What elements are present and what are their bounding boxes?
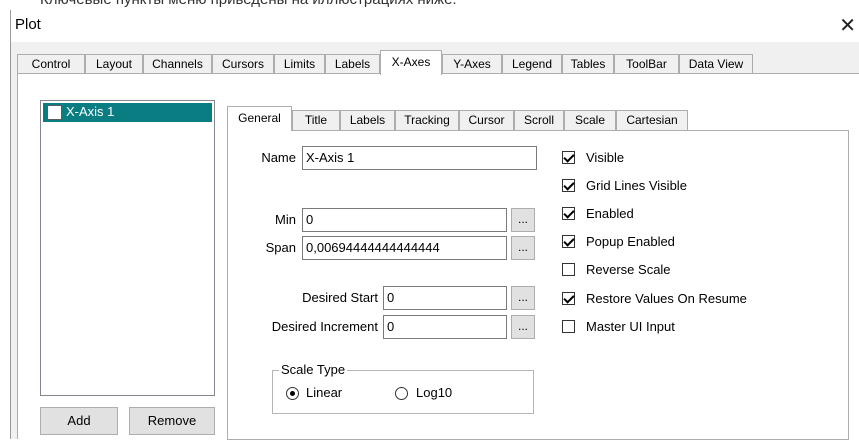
min-label: Min: [275, 212, 296, 227]
tab-legend[interactable]: Legend: [502, 54, 562, 74]
axis-item-checkbox[interactable]: [47, 105, 62, 120]
title-bar: Plot ✕: [11, 10, 859, 42]
tab-tables[interactable]: Tables: [562, 54, 614, 74]
tab-x-axes[interactable]: X-Axes: [380, 50, 442, 75]
restore-values-checkbox-label: Restore Values On Resume: [586, 291, 747, 306]
plot-dialog: Plot ✕ Control Layout Channels Cursors L…: [10, 10, 859, 440]
subtab-title[interactable]: Title: [292, 110, 340, 130]
span-browse-button[interactable]: ...: [511, 236, 535, 260]
close-icon[interactable]: ✕: [839, 13, 856, 38]
general-page: Name X-Axis 1 Min 0 ... Span 0,006944444…: [227, 130, 849, 440]
tab-channels[interactable]: Channels: [143, 54, 212, 74]
tab-limits[interactable]: Limits: [274, 54, 325, 74]
min-browse-button[interactable]: ...: [511, 208, 535, 232]
subtab-labels[interactable]: Labels: [340, 110, 395, 130]
subtab-cursor[interactable]: Cursor: [459, 110, 514, 130]
desired-start-field[interactable]: 0: [383, 286, 507, 310]
name-field[interactable]: X-Axis 1: [302, 146, 537, 170]
tab-cursors[interactable]: Cursors: [212, 54, 274, 74]
add-button[interactable]: Add: [40, 407, 118, 435]
restore-values-checkbox-box[interactable]: [562, 292, 575, 305]
scale-type-title: Scale Type: [279, 362, 348, 377]
axis-list-item-selected[interactable]: X-Axis 1: [43, 103, 212, 122]
grid-lines-visible-checkbox-label: Grid Lines Visible: [586, 178, 687, 193]
subtab-tracking[interactable]: Tracking: [395, 110, 459, 130]
span-field[interactable]: 0,00694444444444444: [302, 236, 507, 260]
linear-radio-label: Linear: [306, 385, 343, 400]
log10-radio-label: Log10: [416, 385, 453, 400]
tab-toolbar[interactable]: ToolBar: [614, 54, 679, 74]
grid-lines-visible-checkbox-box[interactable]: [562, 179, 575, 192]
reverse-scale-checkbox-box[interactable]: [562, 263, 575, 276]
axis-list[interactable]: X-Axis 1: [40, 100, 215, 396]
desired-start-label: Desired Start: [302, 290, 378, 305]
log10-radio[interactable]: [395, 387, 408, 400]
desired-increment-browse-button[interactable]: ...: [511, 315, 535, 339]
tab-control[interactable]: Control: [17, 54, 85, 74]
master-ui-input-checkbox-label: Master UI Input: [586, 319, 675, 334]
window-title: Plot: [15, 16, 41, 33]
tab-data-view[interactable]: Data View: [679, 54, 753, 74]
tab-y-axes[interactable]: Y-Axes: [442, 54, 502, 74]
desired-start-browse-button[interactable]: ...: [511, 286, 535, 310]
x-axes-page: X-Axis 1 Add Remove General Title Labels…: [17, 73, 859, 440]
visible-checkbox-box[interactable]: [562, 151, 575, 164]
desired-increment-label: Desired Increment: [271, 319, 378, 334]
span-label: Span: [265, 240, 296, 255]
subtab-cartesian[interactable]: Cartesian: [616, 110, 688, 130]
tab-layout[interactable]: Layout: [85, 54, 143, 74]
scale-type-group: Scale Type Linear Log10: [272, 362, 534, 414]
min-field[interactable]: 0: [302, 208, 507, 232]
popup-enabled-checkbox-label: Popup Enabled: [586, 234, 675, 249]
remove-button[interactable]: Remove: [129, 407, 215, 435]
axis-item-label: X-Axis 1: [66, 104, 115, 119]
visible-checkbox-label: Visible: [586, 150, 625, 165]
reverse-scale-checkbox-label: Reverse Scale: [586, 262, 671, 277]
name-label: Name: [261, 150, 296, 165]
master-ui-input-checkbox-box[interactable]: [562, 320, 575, 333]
popup-enabled-checkbox-box[interactable]: [562, 235, 575, 248]
enabled-checkbox-box[interactable]: [562, 207, 575, 220]
tab-labels[interactable]: Labels: [325, 54, 380, 74]
subtab-general[interactable]: General: [227, 106, 292, 131]
enabled-checkbox-label: Enabled: [586, 206, 634, 221]
subtab-scale[interactable]: Scale: [564, 110, 616, 130]
desired-increment-field[interactable]: 0: [383, 315, 507, 339]
subtab-scroll[interactable]: Scroll: [514, 110, 564, 130]
linear-radio[interactable]: [286, 387, 299, 400]
document-caption: Ключевые пункты меню приведены на иллюст…: [40, 0, 457, 8]
